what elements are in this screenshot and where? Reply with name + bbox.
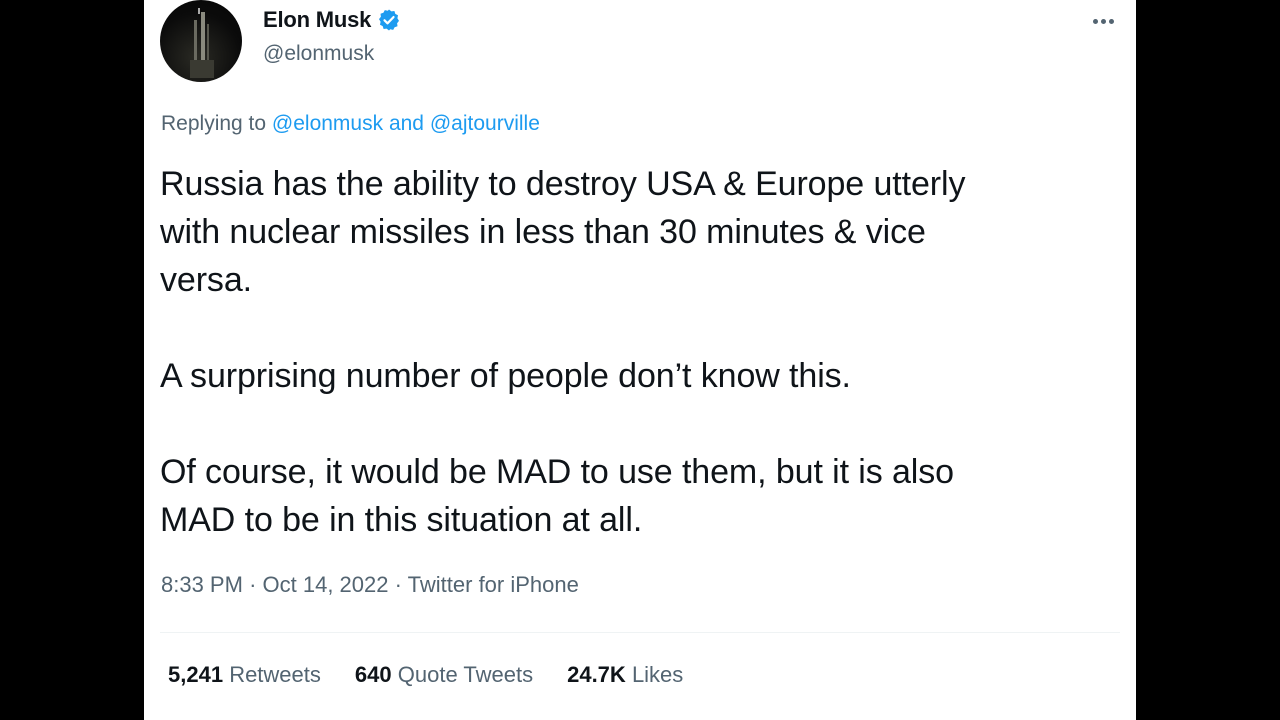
quote-tweets-label: Quote Tweets bbox=[397, 662, 534, 687]
author-name[interactable]: Elon Musk bbox=[263, 7, 371, 33]
tweet-card: Elon Musk @elonmusk Replying to @elonmus… bbox=[144, 0, 1136, 720]
screen: Elon Musk @elonmusk Replying to @elonmus… bbox=[0, 0, 1280, 720]
replying-to: Replying to @elonmusk and @ajtourville bbox=[161, 112, 540, 136]
meta-separator: · bbox=[249, 572, 257, 597]
likes-count: 24.7K bbox=[567, 662, 626, 687]
divider bbox=[160, 632, 1120, 633]
likes-stat[interactable]: 24.7K Likes bbox=[567, 662, 683, 688]
retweets-label: Retweets bbox=[229, 662, 321, 687]
avatar[interactable] bbox=[160, 0, 242, 82]
quote-tweets-stat[interactable]: 640 Quote Tweets bbox=[355, 662, 533, 688]
more-options-icon[interactable] bbox=[1088, 10, 1118, 32]
tweet-time[interactable]: 8:33 PM bbox=[161, 572, 243, 597]
reply-user-link-1[interactable]: @elonmusk bbox=[272, 112, 383, 135]
reply-conjunction: and bbox=[388, 112, 424, 135]
author-handle[interactable]: @elonmusk bbox=[263, 42, 374, 66]
verified-badge-icon bbox=[377, 8, 401, 32]
reply-user-link-2[interactable]: @ajtourville bbox=[430, 112, 540, 135]
likes-label: Likes bbox=[631, 662, 684, 687]
tweet-text: Russia has the ability to destroy USA & … bbox=[160, 165, 966, 539]
tweet-source[interactable]: Twitter for iPhone bbox=[408, 572, 579, 597]
retweets-count: 5,241 bbox=[168, 662, 224, 687]
meta-separator: · bbox=[394, 572, 402, 597]
author-name-row: Elon Musk bbox=[263, 6, 401, 34]
replying-prefix: Replying to bbox=[161, 112, 267, 135]
retweets-stat[interactable]: 5,241 Retweets bbox=[168, 662, 321, 688]
tweet-metadata: 8:33 PM · Oct 14, 2022 · Twitter for iPh… bbox=[161, 572, 579, 598]
tweet-date[interactable]: Oct 14, 2022 bbox=[263, 572, 389, 597]
rocket-icon bbox=[190, 8, 214, 78]
engagement-stats: 5,241 Retweets 640 Quote Tweets 24.7K Li… bbox=[168, 662, 683, 688]
quote-tweets-count: 640 bbox=[354, 662, 392, 687]
